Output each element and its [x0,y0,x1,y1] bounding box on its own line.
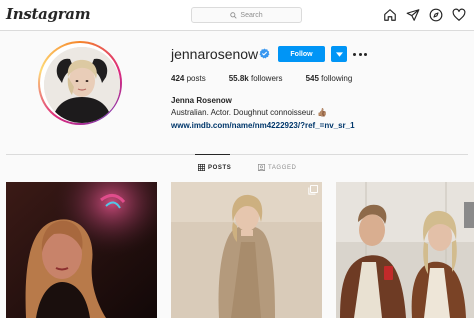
explore-icon[interactable] [429,8,443,22]
tab-tagged-label: TAGGED [268,164,297,171]
tab-posts-label: POSTS [208,164,232,171]
following-count-label: following [321,74,353,83]
direct-messages-icon[interactable] [406,8,420,22]
posts-count-value: 424 [171,74,185,83]
profile-website-link[interactable]: www.imdb.com/name/nm4222923/?ref_=nv_sr_… [171,121,355,130]
search-icon [230,11,238,19]
multiple-photos-icon [308,185,318,195]
instagram-logo[interactable]: Instagram [6,5,91,23]
tagged-user-icon [258,164,265,171]
post-thumbnail[interactable] [171,182,322,318]
followers-count[interactable]: 55.8k followers [229,74,283,83]
tab-tagged[interactable]: TAGGED [258,164,297,171]
search-input[interactable]: Search [191,7,302,23]
profile-stats: 424 posts 55.8k followers 545 following [171,74,375,83]
chevron-down-icon [335,51,343,57]
avatar-image [44,47,120,123]
tabs-divider [6,154,468,155]
post-image [171,182,322,318]
posts-count-label: posts [186,74,206,83]
dot-icon [364,52,367,56]
post-image [6,182,157,318]
dot-icon [358,52,362,56]
search-placeholder: Search [240,11,263,19]
following-count[interactable]: 545 following [306,74,353,83]
tab-posts[interactable]: POSTS [198,164,231,171]
followers-count-value: 55.8k [228,74,249,83]
dot-icon [353,52,356,56]
grid-icon [198,164,205,171]
verified-badge-icon [259,48,270,59]
active-tab-indicator [195,154,230,155]
suggested-accounts-dropdown-button[interactable] [331,46,347,62]
post-thumbnail[interactable] [6,182,157,318]
profile-bio: Australian. Actor. Doughnut connoisseur.… [171,108,328,117]
profile-full-name: Jenna Rosenow [171,96,232,105]
following-count-value: 545 [305,74,319,83]
avatar[interactable] [44,47,120,123]
home-icon[interactable] [383,8,397,22]
more-options-button[interactable] [353,48,367,60]
story-ring[interactable] [38,41,122,125]
posts-count: 424 posts [171,74,206,83]
post-image [336,182,474,318]
follow-button[interactable]: Follow [278,46,325,62]
top-nav: Instagram Search [0,0,474,31]
post-thumbnail[interactable] [336,182,474,318]
followers-count-label: followers [250,74,283,83]
activity-heart-icon[interactable] [452,8,466,22]
profile-username: jennarosenow [171,46,259,62]
